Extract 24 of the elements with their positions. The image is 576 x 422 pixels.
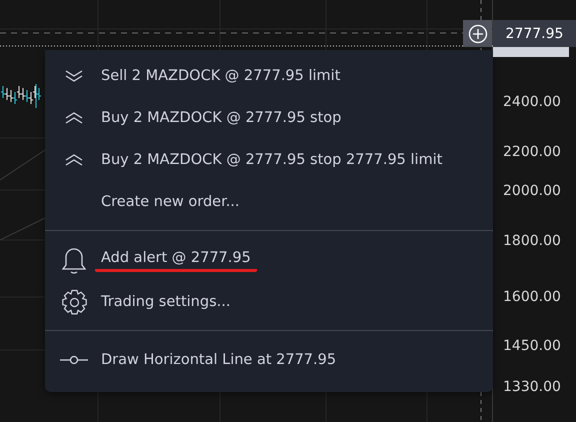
menu-item[interactable]: Buy 2 MAZDOCK @ 2777.95 stop — [45, 97, 493, 139]
price-label: 2200.00 — [503, 143, 561, 162]
price-label: 2400.00 — [503, 93, 561, 112]
chevron-down-icon — [64, 70, 84, 82]
price-label: 1600.00 — [503, 288, 561, 307]
candlestick-drawing — [0, 84, 42, 108]
menu-item[interactable]: Draw Horizontal Line at 2777.95 — [45, 339, 493, 381]
price-label: 2000.00 — [503, 182, 561, 201]
add-button[interactable] — [463, 20, 492, 47]
menu-item[interactable]: Trading settings... — [45, 281, 493, 323]
current-price-label: 2777.95 — [493, 20, 576, 47]
price-label: 1800.00 — [503, 232, 561, 251]
chevron-up-icon — [64, 112, 84, 124]
price-label: 1450.00 — [503, 337, 561, 356]
gear-icon — [60, 288, 88, 316]
menu-item[interactable]: Buy 2 MAZDOCK @ 2777.95 stop 2777.95 limit — [45, 139, 493, 181]
menu-item[interactable]: Add alert @ 2777.95 — [45, 239, 493, 281]
chevron-up-icon — [64, 154, 84, 166]
bell-icon — [61, 246, 87, 274]
menu-item[interactable]: Create new order... — [45, 181, 493, 223]
plus-circle-icon — [468, 24, 488, 44]
price-label: 1330.00 — [503, 378, 561, 397]
horizontal-line-icon — [60, 355, 88, 365]
menu-item[interactable]: Sell 2 MAZDOCK @ 2777.95 limit — [45, 55, 493, 97]
